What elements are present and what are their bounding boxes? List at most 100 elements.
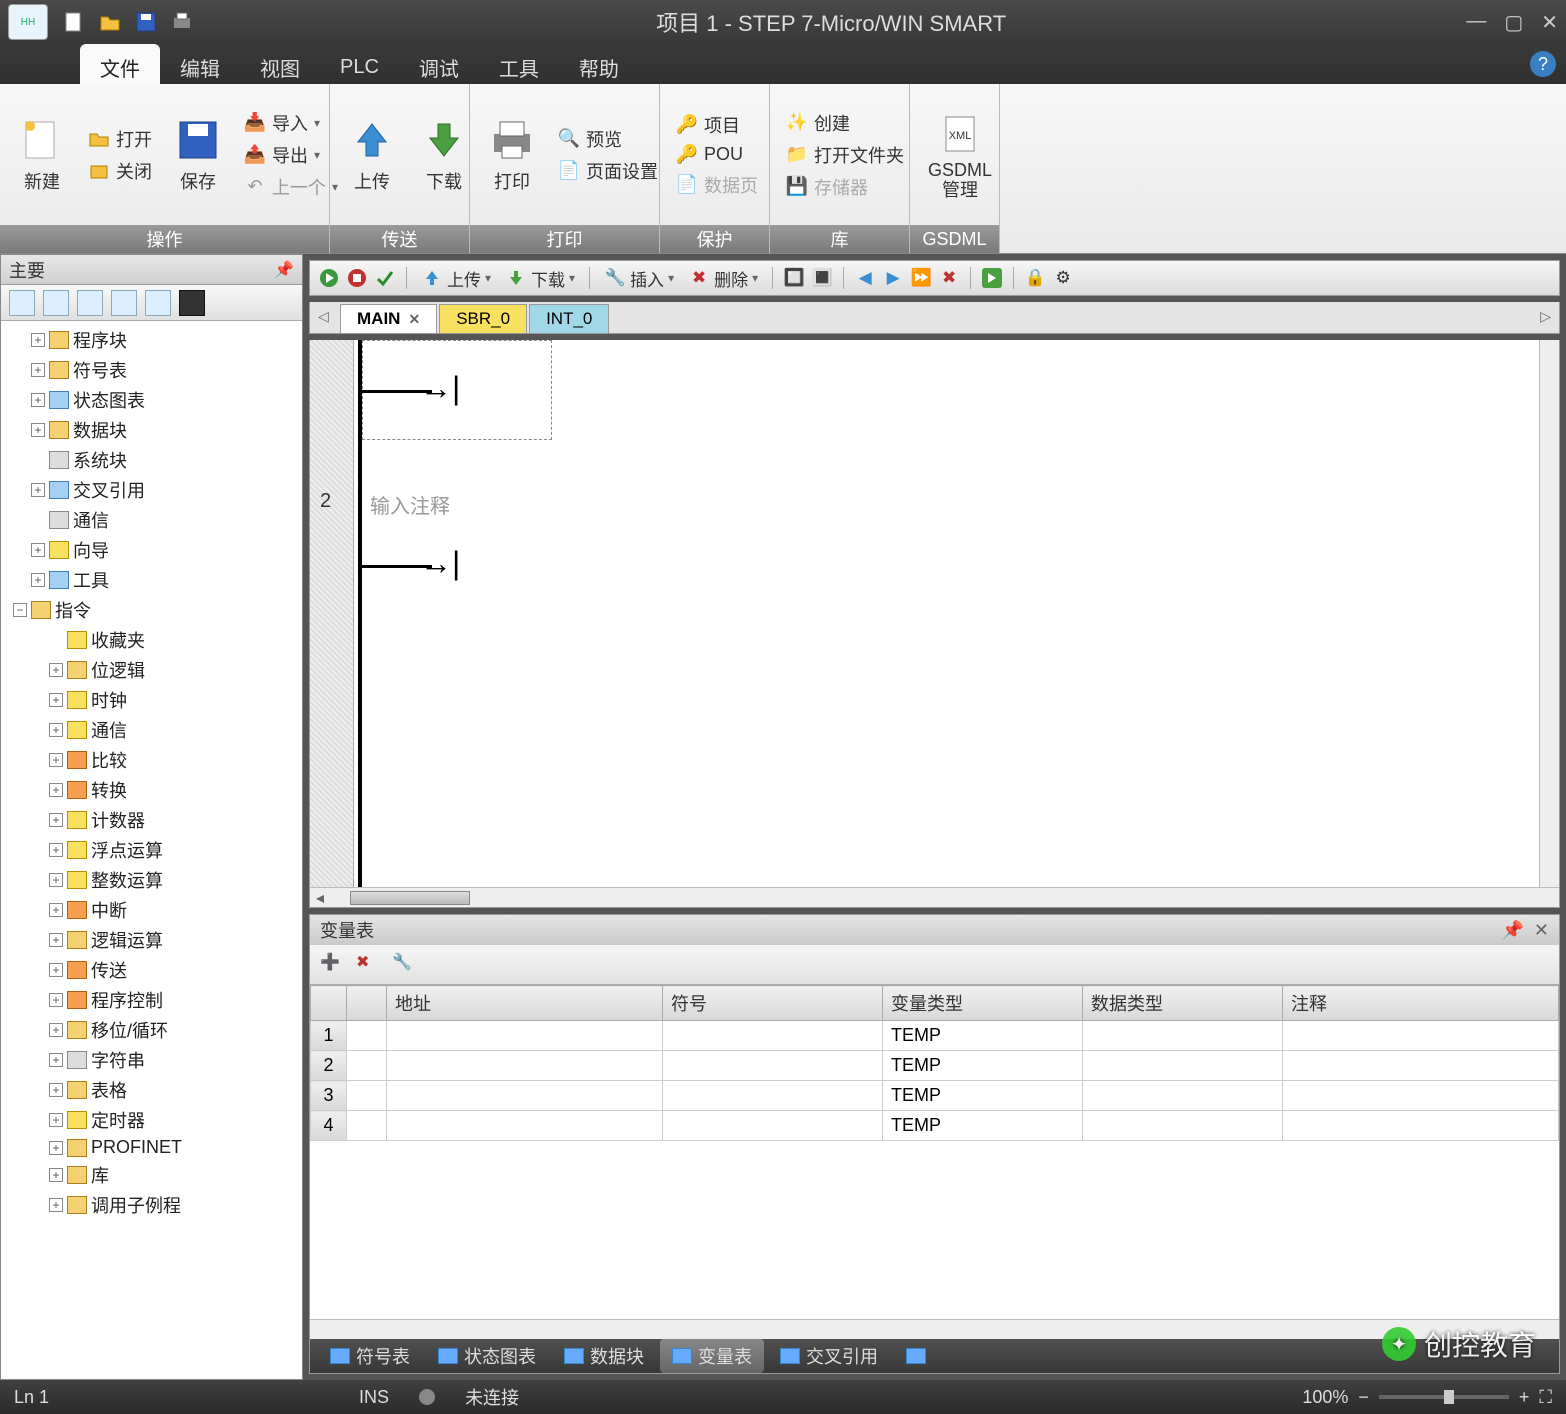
tree-clock[interactable]: 时钟: [91, 687, 127, 713]
new-button[interactable]: 新建: [10, 110, 74, 200]
btab-symbol[interactable]: 符号表: [318, 1339, 422, 1373]
tree-wizard[interactable]: 向导: [73, 537, 109, 563]
btab-xref[interactable]: 交叉引用: [768, 1339, 890, 1373]
tab-close-icon[interactable]: ✕: [408, 311, 420, 327]
tree-convert[interactable]: 转换: [91, 777, 127, 803]
tree-timer[interactable]: 定时器: [91, 1107, 145, 1133]
page-setup-button[interactable]: 📄页面设置: [552, 156, 664, 186]
tree-system-block[interactable]: 系统块: [73, 447, 127, 473]
qat-new-icon[interactable]: [60, 8, 88, 36]
minimize-icon[interactable]: —: [1466, 10, 1486, 35]
zoom-fit-icon[interactable]: ⛶: [1539, 1387, 1552, 1408]
close-icon[interactable]: ✕: [1534, 920, 1549, 941]
tb-upload-button[interactable]: 上传▾: [417, 266, 495, 291]
project-tree[interactable]: +程序块 +符号表 +状态图表 +数据块 系统块 +交叉引用 通信 +向导 +工…: [1, 321, 302, 1379]
tree-compare[interactable]: 比较: [91, 747, 127, 773]
delete-row-icon[interactable]: ✖: [356, 952, 382, 978]
tree-lib[interactable]: 库: [91, 1162, 109, 1188]
tab-plc[interactable]: PLC: [320, 44, 399, 84]
tree-instructions[interactable]: 指令: [55, 597, 91, 623]
tree-comm2[interactable]: 通信: [91, 717, 127, 743]
zoom-slider[interactable]: [1379, 1395, 1509, 1399]
tree-crossref[interactable]: 交叉引用: [73, 477, 145, 503]
pin-icon[interactable]: 📌: [1501, 920, 1523, 941]
tree-comm[interactable]: 通信: [73, 507, 109, 533]
settings-icon[interactable]: ⚙: [1052, 267, 1074, 289]
tab-sbr0[interactable]: SBR_0: [439, 304, 527, 333]
go-icon[interactable]: [981, 267, 1003, 289]
tree-progctrl[interactable]: 程序控制: [91, 987, 163, 1013]
variable-table[interactable]: 地址 符号 变量类型 数据类型 注释 1TEMP 2TEMP 3TEMP 4TE…: [310, 985, 1559, 1319]
tab-debug[interactable]: 调试: [399, 44, 479, 84]
pin-icon[interactable]: 📌: [274, 260, 294, 280]
tree-counter[interactable]: 计数器: [91, 807, 145, 833]
tree-view-icon[interactable]: [43, 290, 69, 316]
add-row-icon[interactable]: ➕: [320, 952, 346, 978]
var-hscroll[interactable]: [310, 1319, 1559, 1339]
protect-project-button[interactable]: 🔑项目: [670, 110, 764, 140]
ladder-editor[interactable]: →| 2 输入注释 →| ◂: [309, 340, 1560, 908]
tab-main[interactable]: MAIN✕: [340, 304, 437, 333]
close-button[interactable]: 关闭: [82, 156, 158, 186]
tree-integer[interactable]: 整数运算: [91, 867, 163, 893]
tree-string[interactable]: 字符串: [91, 1047, 145, 1073]
prev-button[interactable]: ↶上一个 ▾: [238, 172, 344, 202]
close-icon[interactable]: ✕: [1541, 10, 1558, 35]
tool-icon[interactable]: 🔳: [811, 267, 833, 289]
col-address[interactable]: 地址: [387, 986, 663, 1021]
tree-program-block[interactable]: 程序块: [73, 327, 127, 353]
horizontal-scrollbar[interactable]: ◂: [310, 887, 1559, 907]
nav-icon[interactable]: ◀: [854, 267, 876, 289]
qat-save-icon[interactable]: [132, 8, 160, 36]
col-datatype[interactable]: 数据类型: [1083, 986, 1283, 1021]
table-row[interactable]: 1TEMP: [311, 1021, 1559, 1051]
col-vartype[interactable]: 变量类型: [883, 986, 1083, 1021]
tree-callsub[interactable]: 调用子例程: [91, 1192, 181, 1218]
open-button[interactable]: 打开: [82, 124, 158, 154]
lock-icon[interactable]: 🔒: [1024, 267, 1046, 289]
tree-status-chart[interactable]: 状态图表: [73, 387, 145, 413]
zoom-out-icon[interactable]: −: [1358, 1387, 1369, 1408]
tree-profinet[interactable]: PROFINET: [91, 1137, 182, 1158]
run-icon[interactable]: [318, 267, 340, 289]
table-row[interactable]: 3TEMP: [311, 1081, 1559, 1111]
tree-logic[interactable]: 逻辑运算: [91, 927, 163, 953]
nav-icon[interactable]: ▶: [882, 267, 904, 289]
tab-nav-left-icon[interactable]: ◁: [318, 308, 329, 325]
btab-var[interactable]: 变量表: [660, 1339, 764, 1373]
tb-delete-button[interactable]: ✖删除▾: [684, 266, 762, 291]
tab-int0[interactable]: INT_0: [529, 304, 609, 333]
btab-data[interactable]: 数据块: [552, 1339, 656, 1373]
lib-storage-button[interactable]: 💾存储器: [780, 172, 910, 202]
tree-view-icon[interactable]: [9, 290, 35, 316]
print-button[interactable]: 打印: [480, 110, 544, 200]
tab-file[interactable]: 文件: [80, 44, 160, 84]
nav-icon[interactable]: ⏩: [910, 267, 932, 289]
tree-float[interactable]: 浮点运算: [91, 837, 163, 863]
tree-favorites[interactable]: 收藏夹: [91, 627, 145, 653]
stop-icon[interactable]: [346, 267, 368, 289]
tree-view-icon[interactable]: [111, 290, 137, 316]
tree-tools[interactable]: 工具: [73, 567, 109, 593]
save-button[interactable]: 保存: [166, 110, 230, 200]
tab-view[interactable]: 视图: [240, 44, 320, 84]
protect-pou-button[interactable]: 🔑POU: [670, 142, 764, 168]
vertical-scrollbar[interactable]: [1539, 340, 1559, 887]
nav-icon[interactable]: ✖: [938, 267, 960, 289]
tree-view-icon[interactable]: [179, 290, 205, 316]
tree-table[interactable]: 表格: [91, 1077, 127, 1103]
maximize-icon[interactable]: ▢: [1504, 10, 1523, 35]
table-row[interactable]: 4TEMP: [311, 1111, 1559, 1141]
col-comment[interactable]: 注释: [1283, 986, 1559, 1021]
btab-more[interactable]: [894, 1344, 938, 1368]
compile-icon[interactable]: [374, 267, 396, 289]
help-icon[interactable]: ?: [1530, 51, 1556, 77]
btab-status[interactable]: 状态图表: [426, 1339, 548, 1373]
import-button[interactable]: 📥导入 ▾: [238, 108, 344, 138]
export-button[interactable]: 📤导出 ▾: [238, 140, 344, 170]
comment-placeholder[interactable]: 输入注释: [370, 490, 450, 519]
download-button[interactable]: 下载: [412, 110, 476, 200]
lib-create-button[interactable]: ✨创建: [780, 108, 910, 138]
table-row[interactable]: 2TEMP: [311, 1051, 1559, 1081]
qat-print-icon[interactable]: [168, 8, 196, 36]
